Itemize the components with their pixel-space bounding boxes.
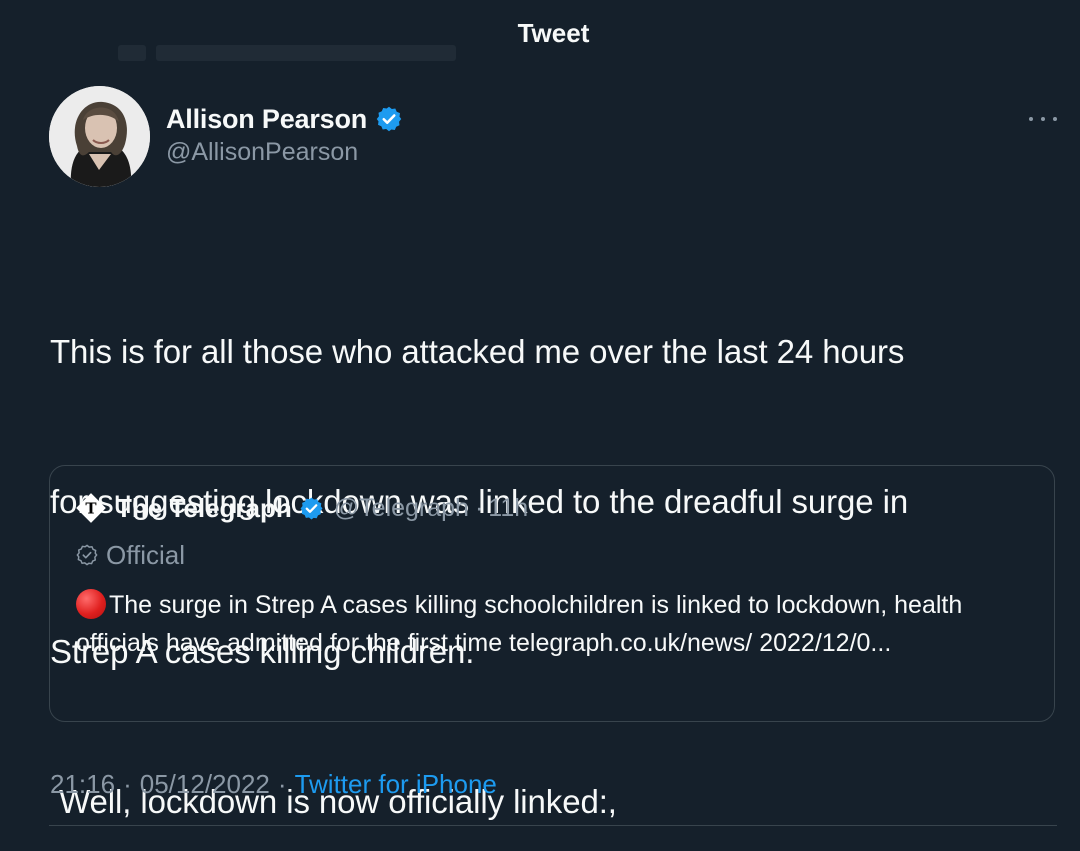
dot-separator: · xyxy=(277,768,287,799)
official-label-row: Official xyxy=(76,538,185,572)
divider xyxy=(49,825,1057,826)
tweet-metadata: 21:16 · 05/12/2022 · Twitter for iPhone xyxy=(50,766,497,802)
quoted-author-handle[interactable]: @Telegraph xyxy=(334,494,469,523)
author-handle[interactable]: @AllisonPearson xyxy=(166,138,358,167)
quoted-author-name[interactable]: The Telegraph xyxy=(116,493,292,524)
top-bar: Tweet xyxy=(0,0,1080,70)
quoted-tweet-text: The surge in Strep A cases killing schoo… xyxy=(76,586,1026,662)
quoted-tweet-header: T The Telegraph @Telegraph · 11h xyxy=(76,490,528,526)
quoted-tweet-time[interactable]: 11h xyxy=(488,494,528,523)
page-title: Tweet xyxy=(517,18,590,48)
telegraph-logo-icon: T xyxy=(76,493,106,523)
author-name-row[interactable]: Allison Pearson xyxy=(166,102,403,136)
author-display-name[interactable]: Allison Pearson xyxy=(166,104,367,135)
verified-badge-icon xyxy=(375,105,403,133)
tweet-date[interactable]: 05/12/2022 xyxy=(140,769,270,800)
profile-photo-icon xyxy=(49,86,150,187)
dot-separator: · xyxy=(474,493,484,522)
tweet-line: This is for all those who attacked me ov… xyxy=(50,333,905,370)
svg-text:T: T xyxy=(85,500,97,518)
official-label: Official xyxy=(106,539,185,570)
verified-badge-icon xyxy=(299,496,324,521)
dot-separator: · xyxy=(123,768,132,799)
official-badge-icon xyxy=(76,544,98,566)
tweet-time[interactable]: 21:16 xyxy=(50,769,115,800)
red-circle-emoji-icon xyxy=(76,589,106,619)
quoted-tweet-card[interactable]: T The Telegraph @Telegraph · 11h Officia… xyxy=(49,465,1055,722)
avatar[interactable] xyxy=(49,86,150,187)
tweet-source-link[interactable]: Twitter for iPhone xyxy=(295,769,497,800)
more-options-icon[interactable] xyxy=(1029,110,1057,128)
quoted-tweet-body: The surge in Strep A cases killing schoo… xyxy=(76,591,963,657)
